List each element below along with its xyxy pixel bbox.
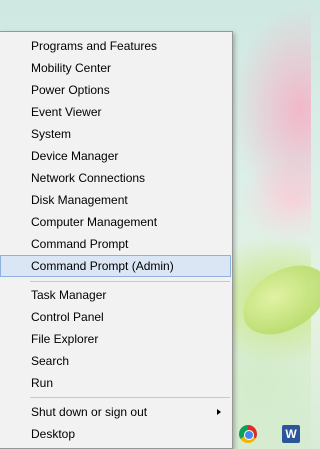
word-app-icon[interactable]: W xyxy=(282,425,300,443)
menu-separator xyxy=(30,281,230,282)
menu-item-event-viewer[interactable]: Event Viewer xyxy=(0,101,231,123)
menu-item-control-panel[interactable]: Control Panel xyxy=(0,306,231,328)
menu-item-task-manager[interactable]: Task Manager xyxy=(0,284,231,306)
menu-separator xyxy=(30,397,230,398)
menu-item-label: Shut down or sign out xyxy=(31,405,148,419)
menu-item-run[interactable]: Run xyxy=(0,372,231,394)
menu-item-search[interactable]: Search xyxy=(0,350,231,372)
menu-item-disk-management[interactable]: Disk Management xyxy=(0,189,231,211)
menu-item-desktop[interactable]: Desktop xyxy=(0,423,231,445)
menu-item-programs-and-features[interactable]: Programs and Features xyxy=(0,35,231,57)
menu-item-command-prompt-admin[interactable]: Command Prompt (Admin) xyxy=(0,255,231,277)
menu-item-network-connections[interactable]: Network Connections xyxy=(0,167,231,189)
menu-item-shut-down-or-sign-out[interactable]: Shut down or sign out xyxy=(0,401,231,423)
menu-item-mobility-center[interactable]: Mobility Center xyxy=(0,57,231,79)
menu-item-power-options[interactable]: Power Options xyxy=(0,79,231,101)
menu-item-file-explorer[interactable]: File Explorer xyxy=(0,328,231,350)
menu-item-system[interactable]: System xyxy=(0,123,231,145)
browser-app-icon[interactable] xyxy=(239,425,257,443)
quick-link-context-menu: Programs and Features Mobility Center Po… xyxy=(0,31,233,449)
submenu-arrow-icon xyxy=(217,409,221,415)
menu-item-computer-management[interactable]: Computer Management xyxy=(0,211,231,233)
menu-item-device-manager[interactable]: Device Manager xyxy=(0,145,231,167)
menu-item-command-prompt[interactable]: Command Prompt xyxy=(0,233,231,255)
